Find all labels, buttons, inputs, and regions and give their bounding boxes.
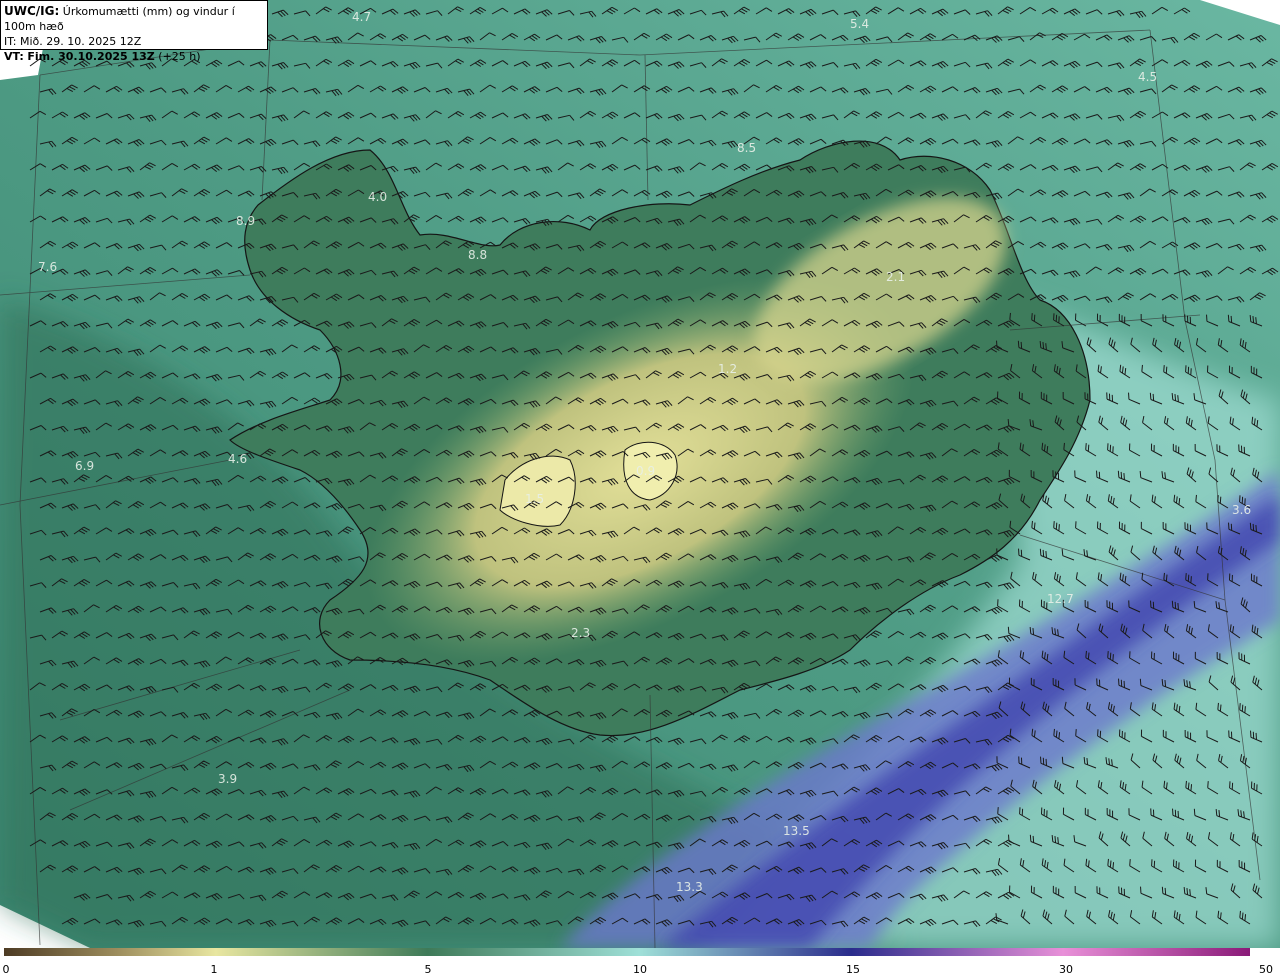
value-label: 8.5 <box>737 141 756 155</box>
legend-tick: 50 <box>1259 963 1273 976</box>
value-label: 4.7 <box>352 10 371 24</box>
value-label: 4.6 <box>228 452 247 466</box>
header-it-prefix: IT: <box>4 35 17 48</box>
forecast-map[interactable]: 4.7 5.4 4.5 8.5 4.0 8.9 7.6 8.8 2.1 1.2 … <box>0 0 1280 948</box>
header-vt-prefix: VT: <box>4 50 24 63</box>
legend-tick: 10 <box>633 963 647 976</box>
header-title-line: UWC/IG: Úrkomumætti (mm) og vindur í 100… <box>4 4 264 34</box>
color-legend: 0 1 5 10 15 30 50 <box>0 948 1280 978</box>
legend-tick: 0 <box>2 963 10 976</box>
value-label: 13.5 <box>783 824 810 838</box>
legend-tick: 1 <box>210 963 218 976</box>
value-label: 3.9 <box>218 772 237 786</box>
map-header: UWC/IG: Úrkomumætti (mm) og vindur í 100… <box>0 0 268 63</box>
value-label: 12.7 <box>1047 592 1074 606</box>
header-init-time: Mið. 29. 10. 2025 12Z <box>19 35 142 48</box>
header-product: UWC/IG: <box>4 4 60 18</box>
value-label: 6.9 <box>75 459 94 473</box>
value-label: 1.5 <box>525 492 544 506</box>
header-valid-time: Fim. 30.10.2025 13Z <box>27 50 155 63</box>
header-lead-time: (+25 h) <box>158 50 201 63</box>
value-label: 3.6 <box>1232 503 1251 517</box>
value-label: 4.0 <box>368 190 387 204</box>
value-label: 0.9 <box>636 464 655 478</box>
header-valid-time-line: VT: Fim. 30.10.2025 13Z (+25 h) <box>4 49 264 64</box>
value-label: 5.4 <box>850 17 869 31</box>
legend-colorbar <box>4 948 1250 956</box>
value-label: 2.1 <box>886 270 905 284</box>
value-label: 2.3 <box>571 626 590 640</box>
header-init-time-line: IT: Mið. 29. 10. 2025 12Z <box>4 34 264 49</box>
value-label: 1.2 <box>718 362 737 376</box>
value-label: 8.9 <box>236 214 255 228</box>
legend-tick: 5 <box>424 963 432 976</box>
legend-tick: 30 <box>1059 963 1073 976</box>
value-label: 13.3 <box>676 880 703 894</box>
legend-tick: 15 <box>846 963 860 976</box>
value-label: 4.5 <box>1138 70 1157 84</box>
value-label: 7.6 <box>38 260 57 274</box>
value-label: 8.8 <box>468 248 487 262</box>
